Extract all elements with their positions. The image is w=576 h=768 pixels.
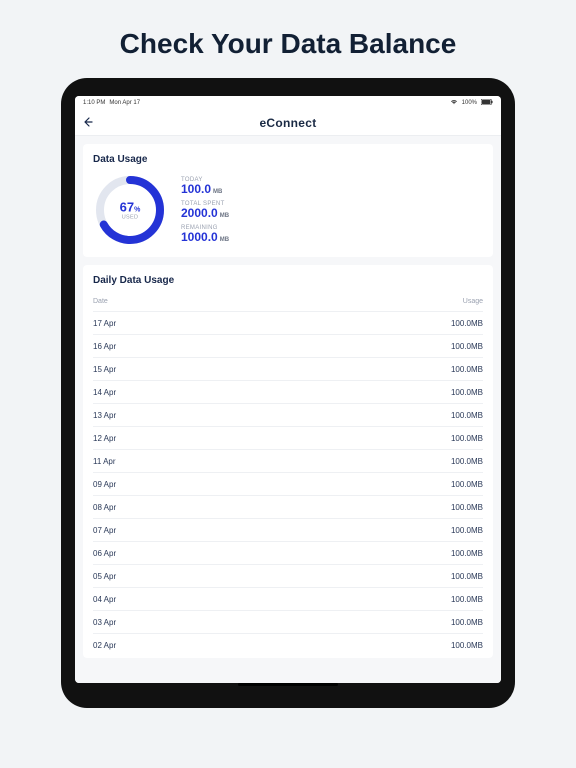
table-row: 05 Apr 100.0MB bbox=[93, 564, 483, 587]
row-usage: 100.0MB bbox=[451, 365, 483, 374]
daily-usage-title: Daily Data Usage bbox=[93, 275, 483, 286]
table-row: 08 Apr 100.0MB bbox=[93, 495, 483, 518]
row-date: 15 Apr bbox=[93, 365, 116, 374]
row-usage: 100.0MB bbox=[451, 641, 483, 650]
row-date: 12 Apr bbox=[93, 434, 116, 443]
daily-usage-card: Daily Data Usage Date Usage 17 Apr 100.0M… bbox=[83, 265, 493, 658]
promo-title: Check Your Data Balance bbox=[0, 0, 576, 78]
table-row: 09 Apr 100.0MB bbox=[93, 472, 483, 495]
row-usage: 100.0MB bbox=[451, 480, 483, 489]
data-usage-title: Data Usage bbox=[93, 154, 483, 165]
table-row: 17 Apr 100.0MB bbox=[93, 311, 483, 334]
row-date: 02 Apr bbox=[93, 641, 116, 650]
wifi-icon bbox=[450, 99, 458, 107]
row-usage: 100.0MB bbox=[451, 319, 483, 328]
tablet-screen: 1:10 PM Mon Apr 17 100% eConnect bbox=[75, 96, 501, 683]
row-date: 14 Apr bbox=[93, 388, 116, 397]
row-usage: 100.0MB bbox=[451, 388, 483, 397]
daily-table-header: Date Usage bbox=[93, 294, 483, 311]
row-usage: 100.0MB bbox=[451, 434, 483, 443]
table-row: 07 Apr 100.0MB bbox=[93, 518, 483, 541]
stat-value: 2000.0 bbox=[181, 206, 218, 220]
row-usage: 100.0MB bbox=[451, 411, 483, 420]
brand-logo: eConnect bbox=[259, 116, 316, 130]
stat-unit: MB bbox=[220, 213, 229, 219]
table-row: 02 Apr 100.0MB bbox=[93, 633, 483, 656]
back-button[interactable] bbox=[83, 116, 93, 130]
row-date: 11 Apr bbox=[93, 457, 116, 466]
table-row: 12 Apr 100.0MB bbox=[93, 426, 483, 449]
table-row: 04 Apr 100.0MB bbox=[93, 587, 483, 610]
app-header: eConnect bbox=[75, 110, 501, 136]
row-usage: 100.0MB bbox=[451, 549, 483, 558]
tablet-frame: 1:10 PM Mon Apr 17 100% eConnect bbox=[61, 78, 515, 708]
usage-used-label: USED bbox=[120, 215, 141, 221]
table-row: 16 Apr 100.0MB bbox=[93, 334, 483, 357]
data-usage-card: Data Usage 67% USED bbox=[83, 144, 493, 257]
row-date: 07 Apr bbox=[93, 526, 116, 535]
status-time: 1:10 PM bbox=[83, 100, 105, 106]
row-date: 09 Apr bbox=[93, 480, 116, 489]
row-date: 04 Apr bbox=[93, 595, 116, 604]
table-row: 14 Apr 100.0MB bbox=[93, 380, 483, 403]
status-battery-pct: 100% bbox=[462, 100, 477, 106]
status-date: Mon Apr 17 bbox=[109, 100, 140, 106]
row-usage: 100.0MB bbox=[451, 618, 483, 627]
row-usage: 100.0MB bbox=[451, 457, 483, 466]
row-usage: 100.0MB bbox=[451, 503, 483, 512]
status-bar: 1:10 PM Mon Apr 17 100% bbox=[75, 96, 501, 110]
stat-today: TODAY 100.0MB bbox=[181, 177, 229, 195]
table-row: 13 Apr 100.0MB bbox=[93, 403, 483, 426]
usage-donut-chart: 67% USED bbox=[93, 173, 167, 247]
row-usage: 100.0MB bbox=[451, 595, 483, 604]
row-usage: 100.0MB bbox=[451, 572, 483, 581]
arrow-left-icon bbox=[83, 117, 93, 127]
battery-icon bbox=[481, 99, 493, 107]
row-date: 06 Apr bbox=[93, 549, 116, 558]
usage-stats: TODAY 100.0MB TOTAL SPENT 2000.0MB REMAI… bbox=[181, 177, 229, 243]
table-row: 11 Apr 100.0MB bbox=[93, 449, 483, 472]
table-row: 03 Apr 100.0MB bbox=[93, 610, 483, 633]
col-usage: Usage bbox=[463, 298, 483, 305]
stat-total-spent: TOTAL SPENT 2000.0MB bbox=[181, 201, 229, 219]
stat-unit: MB bbox=[220, 237, 229, 243]
row-date: 16 Apr bbox=[93, 342, 116, 351]
stat-unit: MB bbox=[213, 189, 222, 195]
row-usage: 100.0MB bbox=[451, 342, 483, 351]
row-date: 08 Apr bbox=[93, 503, 116, 512]
row-date: 05 Apr bbox=[93, 572, 116, 581]
row-usage: 100.0MB bbox=[451, 526, 483, 535]
stat-remaining: REMAINING 1000.0MB bbox=[181, 225, 229, 243]
col-date: Date bbox=[93, 298, 108, 305]
usage-percent-unit: % bbox=[134, 207, 140, 214]
row-date: 13 Apr bbox=[93, 411, 116, 420]
table-row: 15 Apr 100.0MB bbox=[93, 357, 483, 380]
stat-value: 1000.0 bbox=[181, 230, 218, 244]
content-area: Data Usage 67% USED bbox=[75, 136, 501, 683]
table-row: 06 Apr 100.0MB bbox=[93, 541, 483, 564]
usage-percent-value: 67 bbox=[120, 200, 134, 215]
daily-table-body: 17 Apr100.0MB16 Apr100.0MB15 Apr100.0MB1… bbox=[93, 311, 483, 656]
row-date: 17 Apr bbox=[93, 319, 116, 328]
row-date: 03 Apr bbox=[93, 618, 116, 627]
home-indicator[interactable] bbox=[238, 683, 338, 686]
stat-value: 100.0 bbox=[181, 182, 211, 196]
